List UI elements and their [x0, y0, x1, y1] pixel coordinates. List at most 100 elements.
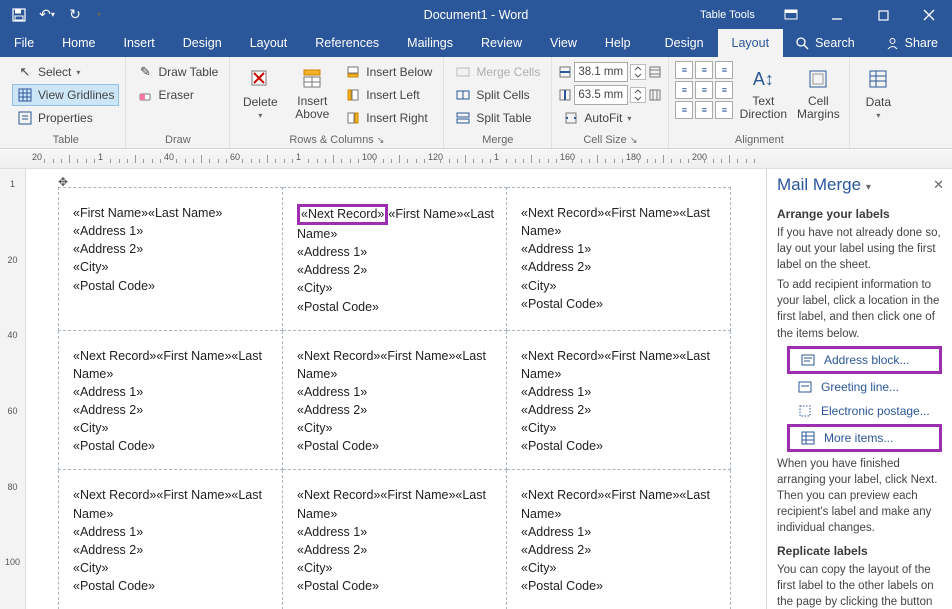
electronic-postage-link[interactable]: Electronic postage...: [777, 400, 942, 422]
search-box[interactable]: Search: [783, 29, 867, 57]
insert-left-icon: [345, 87, 361, 103]
distribute-rows-icon[interactable]: [648, 65, 662, 79]
more-items-link[interactable]: More items...: [787, 424, 942, 452]
group-cell-size: 38.1 mm 63.5 mm AutoFit▾ Cell Size ↘: [552, 57, 669, 148]
row-height-field[interactable]: 38.1 mm: [558, 61, 662, 83]
arrange-heading: Arrange your labels: [777, 207, 942, 221]
align-tc[interactable]: ≡: [695, 61, 713, 79]
group-data: Data▾: [850, 57, 906, 148]
align-br[interactable]: ≡: [715, 101, 733, 119]
search-icon: [795, 36, 809, 50]
share-button[interactable]: Share: [872, 29, 952, 57]
tab-review[interactable]: Review: [467, 29, 536, 57]
close-button[interactable]: [906, 0, 952, 29]
tab-view[interactable]: View: [536, 29, 591, 57]
width-spinner[interactable]: [630, 87, 646, 103]
group-draw: ✎Draw Table Eraser Draw: [126, 57, 230, 148]
ribbon-display-icon[interactable]: [768, 0, 814, 29]
greeting-line-link[interactable]: Greeting line...: [777, 376, 942, 398]
ruler-vertical[interactable]: 120406080100: [0, 169, 26, 609]
group-rows-cols: Delete▾ Insert Above Insert Below Insert…: [230, 57, 444, 148]
document-title: Document1 - Word: [424, 8, 529, 22]
undo-icon[interactable]: ↶▾: [34, 3, 60, 27]
tab-mailings[interactable]: Mailings: [393, 29, 467, 57]
insert-below-button[interactable]: Insert Below: [340, 61, 437, 83]
label-cell[interactable]: «Next Record»«First Name»«Last Name»«Add…: [59, 470, 283, 609]
align-tr[interactable]: ≡: [715, 61, 733, 79]
insert-above-button[interactable]: Insert Above: [288, 61, 336, 121]
redo-icon[interactable]: ↻: [62, 3, 88, 27]
tab-layout-page[interactable]: Layout: [236, 29, 302, 57]
align-ml[interactable]: ≡: [675, 81, 693, 99]
ribbon: ↖Select ▾ View Gridlines Properties Tabl…: [0, 57, 952, 149]
split-table-icon: [455, 110, 471, 126]
pane-close-button[interactable]: ✕: [933, 177, 944, 193]
delete-button[interactable]: Delete▾: [236, 61, 284, 120]
group-label-merge: Merge: [450, 134, 545, 148]
tab-home[interactable]: Home: [48, 29, 109, 57]
tab-file[interactable]: File: [0, 29, 48, 57]
label-cell[interactable]: «Next Record»«First Name»«Last Name»«Add…: [59, 330, 283, 470]
cell-margins-button[interactable]: Cell Margins: [793, 61, 843, 121]
text-direction-button[interactable]: A↕ Text Direction: [737, 61, 789, 121]
tab-insert[interactable]: Insert: [110, 29, 169, 57]
postage-icon: [797, 403, 813, 419]
tab-help[interactable]: Help: [591, 29, 645, 57]
tab-design-page[interactable]: Design: [169, 29, 236, 57]
align-mr[interactable]: ≡: [715, 81, 733, 99]
properties-button[interactable]: Properties: [12, 107, 119, 129]
view-gridlines-button[interactable]: View Gridlines: [12, 84, 119, 106]
insert-below-icon: [345, 64, 361, 80]
distribute-cols-icon[interactable]: [648, 88, 662, 102]
row-height-value[interactable]: 38.1 mm: [574, 62, 628, 82]
align-bl[interactable]: ≡: [675, 101, 693, 119]
select-button[interactable]: ↖Select ▾: [12, 61, 119, 83]
minimize-button[interactable]: [814, 0, 860, 29]
ruler-horizontal[interactable]: 201406011001201160180200: [0, 149, 952, 169]
height-spinner[interactable]: [630, 64, 646, 80]
label-cell[interactable]: «Next Record»«First Name»«Last Name»«Add…: [283, 330, 507, 470]
address-block-link[interactable]: Address block...: [787, 346, 942, 374]
group-table: ↖Select ▾ View Gridlines Properties Tabl…: [6, 57, 126, 148]
col-width-field[interactable]: 63.5 mm: [558, 84, 662, 106]
merge-cells-icon: [455, 64, 471, 80]
document-area[interactable]: ✥ «First Name»«Last Name»«Address 1»«Add…: [26, 169, 766, 609]
tab-table-layout[interactable]: Layout: [718, 29, 784, 57]
autofit-icon: [563, 110, 579, 126]
window-controls: [768, 0, 952, 29]
draw-table-button[interactable]: ✎Draw Table: [132, 61, 223, 83]
greeting-icon: [797, 379, 813, 395]
delete-icon: [246, 65, 274, 93]
align-mc[interactable]: ≡: [695, 81, 713, 99]
tab-references[interactable]: References: [301, 29, 393, 57]
labels-table[interactable]: «First Name»«Last Name»«Address 1»«Addre…: [58, 187, 731, 609]
label-cell[interactable]: «Next Record»«First Name»«Last Name»«Add…: [507, 188, 731, 331]
autofit-button[interactable]: AutoFit▾: [558, 107, 662, 129]
label-cell[interactable]: «Next Record»«First Name»«Last Name»«Add…: [507, 330, 731, 470]
col-width-value[interactable]: 63.5 mm: [574, 85, 628, 105]
label-cell[interactable]: «Next Record»«First Name»«Last Name»«Add…: [507, 470, 731, 609]
align-bc[interactable]: ≡: [695, 101, 713, 119]
insert-right-button[interactable]: Insert Right: [340, 107, 437, 129]
row-height-icon: [558, 65, 572, 79]
eraser-button[interactable]: Eraser: [132, 84, 223, 106]
table-anchor-icon[interactable]: ✥: [58, 175, 68, 189]
maximize-button[interactable]: [860, 0, 906, 29]
save-icon[interactable]: [6, 3, 32, 27]
insert-left-button[interactable]: Insert Left: [340, 84, 437, 106]
label-cell[interactable]: «Next Record»«First Name»«Last Name»«Add…: [283, 188, 507, 331]
alignment-grid[interactable]: ≡≡≡ ≡≡≡ ≡≡≡: [675, 61, 733, 119]
align-tl[interactable]: ≡: [675, 61, 693, 79]
label-cell[interactable]: «First Name»«Last Name»«Address 1»«Addre…: [59, 188, 283, 331]
group-label-cell-size: Cell Size ↘: [558, 134, 662, 148]
split-cells-button[interactable]: Split Cells: [450, 84, 545, 106]
group-merge: Merge Cells Split Cells Split Table Merg…: [444, 57, 552, 148]
col-width-icon: [558, 88, 572, 102]
tab-table-design[interactable]: Design: [651, 29, 718, 57]
data-button[interactable]: Data▾: [856, 61, 900, 120]
qat-customize-icon[interactable]: [90, 3, 106, 27]
text-direction-icon: A↕: [749, 65, 777, 93]
label-cell[interactable]: «Next Record»«First Name»«Last Name»«Add…: [283, 470, 507, 609]
split-table-button[interactable]: Split Table: [450, 107, 545, 129]
cell-margins-icon: [804, 65, 832, 93]
